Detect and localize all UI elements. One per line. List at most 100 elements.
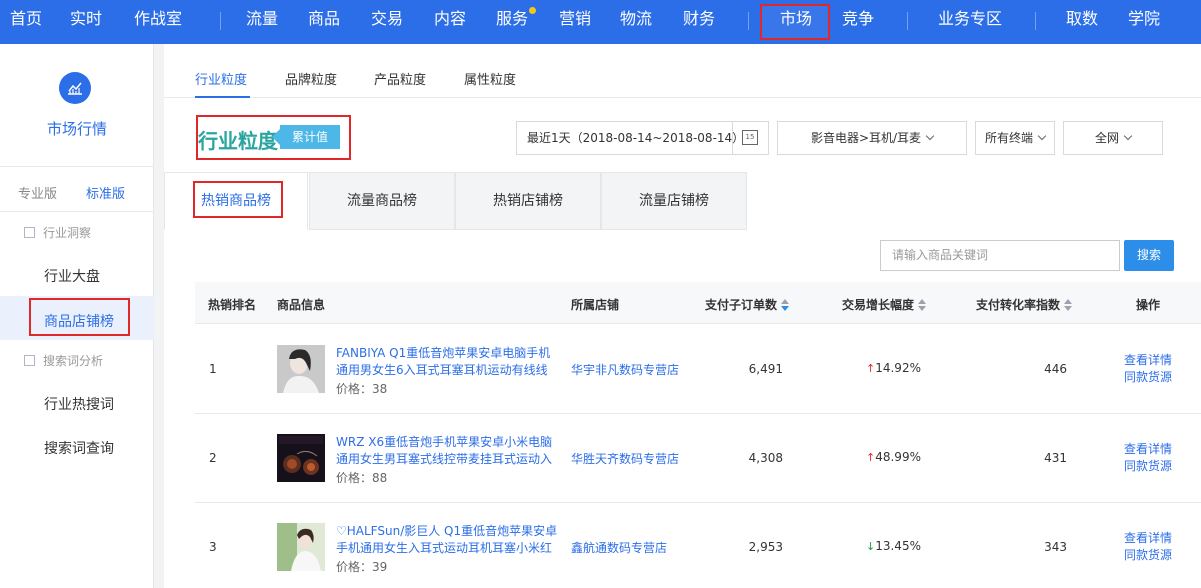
col-shop-header: 所属店铺 [571, 298, 620, 312]
growth-cell: ↑48.99% [866, 450, 921, 464]
sidebar-title: 市场行情 [46, 120, 107, 138]
shop-link[interactable]: 鑫航通数码专营店 [571, 539, 667, 556]
tab-industry-granularity[interactable]: 行业粒度 [195, 69, 247, 88]
rank-cell: 3 [209, 540, 217, 554]
sidebar-gutter [154, 44, 164, 588]
nav-item-traffic[interactable]: 流量 [246, 0, 278, 44]
nav-item-business-zone[interactable]: 业务专区 [938, 0, 1002, 44]
growth-cell: ↑14.92% [866, 361, 921, 375]
calendar-day: 15 [745, 133, 755, 141]
nav-item-data-fetch[interactable]: 取数 [1066, 0, 1098, 44]
price-text: 价格：38 [336, 382, 388, 396]
active-tab-underline [195, 96, 250, 98]
view-details-link[interactable]: 查看详情 [1124, 530, 1172, 547]
sort-icon[interactable] [918, 299, 927, 311]
tab-product-granularity[interactable]: 产品粒度 [374, 69, 426, 88]
col-growth-header[interactable]: 交易增长幅度 [842, 296, 927, 313]
search-button[interactable]: 搜索 [1124, 240, 1174, 271]
nav-item-content[interactable]: 内容 [434, 0, 466, 44]
col-orders-header[interactable]: 支付子订单数 [705, 296, 790, 313]
product-search-input[interactable]: 请输入商品关键词 [880, 240, 1120, 271]
calendar-icon: 15 [742, 130, 758, 145]
product-thumbnail[interactable] [277, 523, 325, 571]
product-name-link[interactable]: FANBIYA Q1重低音炮苹果安卓电脑手机 通用男女生6入耳式耳塞耳机运动有线线 [336, 345, 561, 379]
product-name-line: 通用女生男耳塞式线控带麦挂耳式运动入 [336, 452, 553, 466]
tab-attribute-granularity[interactable]: 属性粒度 [464, 69, 516, 88]
search-placeholder: 请输入商品关键词 [892, 248, 989, 262]
nav-item-finance[interactable]: 财务 [683, 0, 715, 44]
chevron-down-icon [925, 131, 935, 141]
conversion-value: 446 [1044, 362, 1067, 376]
product-name-link[interactable]: WRZ X6重低音炮手机苹果安卓小米电脑 通用女生男耳塞式线控带麦挂耳式运动入 [336, 434, 561, 468]
nav-item-marketing[interactable]: 营销 [559, 0, 591, 44]
nav-item-product[interactable]: 商品 [308, 0, 340, 44]
top-nav: 首页 实时 作战室 流量 商品 交易 内容 服务 营销 物流 财务 市场 竞争 … [0, 0, 1201, 44]
col-action-header: 操作 [1136, 298, 1161, 312]
growth-cell: ↓13.45% [866, 539, 921, 553]
tab-traffic-shops[interactable]: 流量店铺榜 [601, 172, 747, 230]
product-name-link[interactable]: ♡HALFSun/影巨人 Q1重低音炮苹果安卓 手机通用女生入耳式运动耳机耳塞小米… [336, 523, 561, 557]
view-details-link[interactable]: 查看详情 [1124, 441, 1172, 458]
same-source-link[interactable]: 同款货源 [1124, 458, 1172, 475]
product-name-line: WRZ X6重低音炮手机苹果安卓小米电脑 [336, 435, 553, 449]
chevron-down-icon [1037, 131, 1047, 141]
sort-icon[interactable] [1064, 299, 1073, 311]
shop-link[interactable]: 华宇非凡数码专营店 [571, 361, 679, 378]
nav-item-service[interactable]: 服务 [496, 0, 528, 44]
orders-value: 4,308 [748, 451, 783, 465]
nav-item-realtime[interactable]: 实时 [70, 0, 102, 44]
product-name-line: FANBIYA Q1重低音炮苹果安卓电脑手机 [336, 346, 551, 360]
rank-tabs: 热销商品榜 流量商品榜 热销店铺榜 流量店铺榜 [164, 172, 1201, 230]
product-thumbnail[interactable] [277, 345, 325, 393]
growth-value: 48.99% [875, 450, 921, 464]
col-growth-label: 交易增长幅度 [842, 298, 915, 312]
category-select[interactable]: 影音电器>耳机/耳麦 [777, 121, 967, 155]
tab-brand-granularity[interactable]: 品牌粒度 [285, 69, 337, 88]
terminal-select[interactable]: 所有终端 [975, 121, 1055, 155]
product-thumbnail[interactable] [277, 434, 325, 482]
version-pro-tab[interactable]: 专业版 [18, 183, 57, 202]
nav-item-academy[interactable]: 学院 [1128, 0, 1160, 44]
divider [0, 211, 154, 212]
nav-item-warroom[interactable]: 作战室 [134, 0, 182, 44]
orders-value: 6,491 [748, 362, 783, 376]
tab-traffic-products[interactable]: 流量商品榜 [309, 172, 455, 230]
highlight-box-tab [193, 181, 283, 218]
col-info-header: 商品信息 [277, 298, 326, 312]
same-source-link[interactable]: 同款货源 [1124, 369, 1172, 386]
view-details-link[interactable]: 查看详情 [1124, 352, 1172, 369]
tab-hot-shops[interactable]: 热销店铺榜 [455, 172, 601, 230]
nav-item-trade[interactable]: 交易 [371, 0, 403, 44]
growth-value: 14.92% [875, 361, 921, 375]
row-divider [195, 413, 1201, 414]
divider [0, 166, 154, 167]
section-label: 行业洞察 [43, 226, 92, 240]
sort-icon[interactable] [781, 299, 790, 311]
orders-value: 2,953 [748, 540, 783, 554]
shop-link[interactable]: 华胜天齐数码专营店 [571, 450, 679, 467]
conversion-value: 431 [1044, 451, 1067, 465]
nav-item-home[interactable]: 首页 [10, 0, 42, 44]
sidebar-item-hot-search[interactable]: 行业热搜词 [44, 394, 114, 414]
version-standard-tab[interactable]: 标准版 [86, 183, 125, 202]
nav-item-logistics[interactable]: 物流 [620, 0, 652, 44]
nav-item-competition[interactable]: 竞争 [842, 0, 874, 44]
col-rank-header: 热销排名 [208, 298, 257, 312]
highlight-box-sidebar [29, 298, 130, 336]
same-source-link[interactable]: 同款货源 [1124, 547, 1172, 564]
col-conversion-header[interactable]: 支付转化率指数 [976, 296, 1073, 313]
highlight-box-title [196, 115, 351, 160]
row-divider [195, 502, 1201, 503]
sidebar-item-search-query[interactable]: 搜索词查询 [44, 438, 114, 458]
sidebar-item-industry-overview[interactable]: 行业大盘 [44, 266, 100, 286]
action-links: 查看详情 同款货源 [1124, 530, 1172, 564]
divider [164, 97, 1201, 98]
network-select[interactable]: 全网 [1063, 121, 1163, 155]
calendar-button[interactable]: 15 [732, 121, 768, 155]
section-search-analysis: 搜索词分析 [24, 352, 103, 369]
growth-value: 13.45% [875, 539, 921, 553]
nav-divider [220, 12, 221, 30]
building-icon [24, 227, 35, 238]
network-value: 全网 [1094, 131, 1119, 145]
terminal-value: 所有终端 [984, 131, 1033, 145]
